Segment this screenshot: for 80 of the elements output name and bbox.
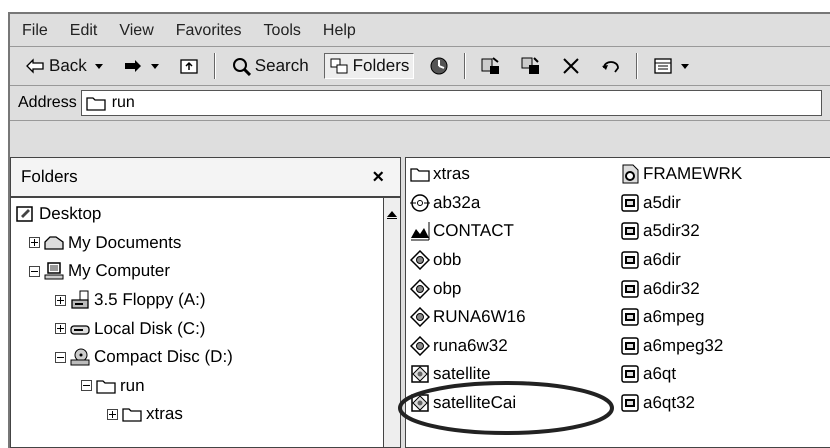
search-button[interactable]: Search	[226, 53, 314, 79]
tree-item[interactable]: My Documents	[68, 232, 182, 253]
expand-toggle[interactable]	[29, 237, 40, 248]
scrollbar[interactable]	[383, 198, 400, 447]
filename[interactable]: a6mpeg	[643, 307, 704, 328]
menu-item[interactable]: Help	[322, 22, 356, 40]
diamond-icon	[410, 307, 430, 328]
diamond-icon	[410, 250, 430, 270]
disc-icon	[410, 192, 430, 213]
tree-item[interactable]: run	[120, 376, 145, 396]
satellite-icon	[410, 393, 430, 414]
dropdown-caret-icon[interactable]	[681, 64, 690, 68]
filename[interactable]: RUNA6W16	[433, 307, 526, 328]
application-icon	[620, 336, 640, 356]
application-icon	[620, 364, 640, 384]
address-label: Address	[18, 94, 77, 112]
filename[interactable]: a6qt	[643, 364, 676, 384]
expand-toggle[interactable]	[107, 408, 118, 420]
tree-item[interactable]: Desktop	[39, 204, 102, 224]
expand-toggle[interactable]	[55, 323, 66, 334]
folders-icon	[328, 56, 349, 76]
satellite-icon	[410, 364, 430, 384]
filename[interactable]: a6mpeg32	[643, 336, 724, 356]
views-icon	[653, 56, 674, 76]
back-button[interactable]: Back	[20, 53, 108, 79]
filename[interactable]: obb	[433, 250, 462, 270]
mountain-icon	[410, 221, 430, 242]
tree-item[interactable]: xtras	[146, 404, 183, 424]
close-button[interactable]: ×	[366, 164, 390, 190]
desktop-icon	[15, 204, 35, 224]
application-icon	[620, 307, 640, 328]
tree-item[interactable]: 3.5 Floppy (A:)	[94, 290, 206, 310]
dropdown-caret-icon[interactable]	[94, 64, 103, 68]
scroll-up-icon[interactable]	[387, 210, 397, 219]
menu-item[interactable]: View	[119, 22, 154, 40]
folders-button[interactable]: Folders	[324, 53, 414, 79]
application-icon	[620, 221, 640, 242]
cd-drive-icon	[70, 347, 90, 368]
pane-title: Folders	[21, 167, 78, 187]
filename[interactable]: obp	[433, 278, 462, 299]
search-icon	[230, 56, 251, 76]
filename[interactable]: a6dir	[643, 250, 681, 270]
menu-item[interactable]: File	[22, 22, 48, 40]
filename[interactable]: runa6w32	[433, 336, 508, 356]
collapse-toggle[interactable]	[55, 352, 66, 363]
floppy-drive-icon	[70, 290, 90, 310]
application-icon	[620, 393, 640, 414]
tree-item[interactable]: Compact Disc (D:)	[94, 347, 233, 368]
filename[interactable]: xtras	[433, 164, 470, 184]
copy-to-icon	[521, 56, 542, 76]
filename[interactable]: ab32a	[433, 192, 480, 213]
diamond-icon	[410, 278, 430, 299]
tree-item[interactable]: Local Disk (C:)	[94, 318, 206, 339]
collapse-toggle[interactable]	[81, 380, 92, 392]
application-icon	[620, 278, 640, 299]
filename[interactable]: satellite	[433, 364, 491, 384]
filename[interactable]: CONTACT	[433, 221, 514, 242]
address-field[interactable]: run	[80, 90, 822, 116]
expand-toggle[interactable]	[55, 294, 66, 306]
tree-item[interactable]: My Computer	[68, 261, 170, 282]
filename[interactable]: FRAMEWRK	[643, 164, 742, 184]
filename[interactable]: satelliteCai	[433, 393, 516, 414]
application-icon	[620, 192, 640, 213]
history-icon	[429, 56, 450, 76]
filename[interactable]: a6qt32	[643, 393, 695, 414]
menu-item[interactable]: Tools	[264, 22, 301, 40]
menu-item[interactable]: Favorites	[176, 22, 242, 40]
filename[interactable]: a6dir32	[643, 278, 700, 299]
filename[interactable]: a5dir32	[643, 221, 700, 242]
collapse-toggle[interactable]	[29, 266, 40, 277]
gear-icon	[620, 164, 640, 184]
dropdown-caret-icon[interactable]	[150, 64, 159, 68]
application-icon	[620, 250, 640, 270]
delete-icon	[561, 56, 582, 76]
move-to-icon	[481, 56, 502, 76]
computer-icon	[44, 261, 64, 282]
diamond-icon	[410, 336, 430, 356]
menu-item[interactable]: Edit	[70, 22, 98, 40]
filename[interactable]: a5dir	[643, 192, 681, 213]
left-arrow-icon	[25, 56, 45, 76]
